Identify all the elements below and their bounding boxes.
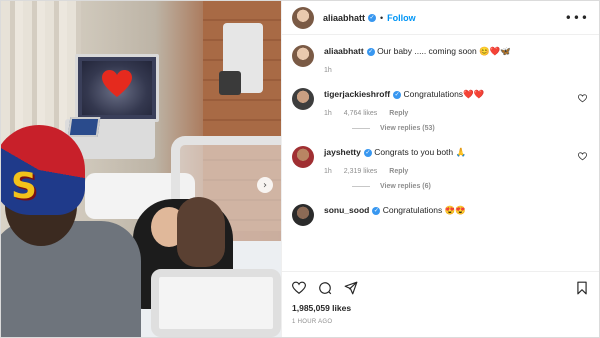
comment-body: Congratulations 😍😍 bbox=[382, 205, 466, 215]
comment-text: sonu_sood ✓ Congratulations 😍😍 bbox=[324, 204, 589, 216]
verified-icon: ✓ bbox=[366, 47, 375, 56]
woman-hair bbox=[177, 197, 225, 267]
comment-avatar[interactable] bbox=[292, 204, 314, 226]
chevron-right-icon: › bbox=[263, 179, 267, 191]
share-icon[interactable] bbox=[344, 281, 358, 295]
comment-age[interactable]: 1h bbox=[324, 168, 332, 175]
view-replies-button[interactable]: View replies (53) bbox=[352, 125, 589, 132]
caption: aliaabhatt ✓ Our baby ..... coming soon 😊… bbox=[292, 45, 589, 74]
reply-button[interactable]: Reply bbox=[389, 110, 408, 117]
comment-item: jayshetty ✓ Congrats to you both 🙏 1h 2,3… bbox=[292, 146, 589, 175]
separator-dot: • bbox=[380, 12, 384, 23]
ultrasound-monitor bbox=[75, 54, 159, 122]
post-sidebar: aliaabhatt ✓ • Follow ••• aliaabhatt ✓ Ou… bbox=[281, 1, 599, 337]
bookmark-icon[interactable] bbox=[575, 281, 589, 295]
likes-count[interactable]: 1,985,059 likes bbox=[282, 303, 599, 313]
comment-icon[interactable] bbox=[318, 281, 332, 295]
post-photo[interactable]: S › bbox=[1, 1, 281, 337]
caption-username[interactable]: aliaabhatt bbox=[324, 46, 364, 56]
comment-meta: 1h 4,764 likes Reply bbox=[324, 110, 589, 117]
comments-list[interactable]: aliaabhatt ✓ Our baby ..... coming soon 😊… bbox=[282, 35, 599, 271]
post-header: aliaabhatt ✓ • Follow ••• bbox=[282, 1, 599, 35]
comment-text: jayshetty ✓ Congrats to you both 🙏 bbox=[324, 146, 589, 158]
caption-age[interactable]: 1h bbox=[324, 67, 332, 74]
reply-button[interactable]: Reply bbox=[389, 168, 408, 175]
medical-device bbox=[219, 71, 241, 95]
verified-icon: ✓ bbox=[363, 148, 372, 157]
comment-avatar[interactable] bbox=[292, 146, 314, 168]
heart-icon bbox=[102, 70, 132, 97]
comment-age[interactable]: 1h bbox=[324, 110, 332, 117]
follow-button[interactable]: Follow bbox=[387, 13, 416, 23]
caption-text: aliaabhatt ✓ Our baby ..... coming soon 😊… bbox=[324, 45, 589, 57]
verified-icon: ✓ bbox=[368, 13, 377, 22]
comment-body: Congrats to you both 🙏 bbox=[374, 147, 467, 157]
post-timestamp[interactable]: 1 HOUR AGO bbox=[282, 313, 599, 325]
comment-avatar[interactable] bbox=[292, 88, 314, 110]
bed-footrail bbox=[151, 269, 281, 337]
caption-body: Our baby ..... coming soon 😊❤️🦋 bbox=[377, 46, 511, 56]
comment-meta: 1h 2,319 likes Reply bbox=[324, 168, 589, 175]
comment-body: Congratulations❤️❤️ bbox=[403, 89, 485, 99]
instagram-post: S › aliaabhatt ✓ • Follow ••• aliaabhatt… bbox=[0, 0, 600, 338]
next-photo-button[interactable]: › bbox=[257, 177, 273, 193]
verified-icon: ✓ bbox=[372, 206, 381, 215]
comment-username[interactable]: tigerjackieshroff bbox=[324, 89, 390, 99]
comment-likes[interactable]: 4,764 likes bbox=[344, 110, 377, 117]
comment-username[interactable]: sonu_sood bbox=[324, 205, 369, 215]
author-username[interactable]: aliaabhatt bbox=[323, 13, 365, 23]
tablet-screen bbox=[67, 117, 101, 137]
comment-item: tigerjackieshroff ✓ Congratulations❤️❤️ 1… bbox=[292, 88, 589, 117]
post-actions bbox=[282, 271, 599, 303]
view-replies-button[interactable]: View replies (6) bbox=[352, 183, 589, 190]
more-options-icon[interactable]: ••• bbox=[565, 11, 589, 25]
author-avatar[interactable] bbox=[292, 6, 314, 29]
like-comment-heart-icon[interactable] bbox=[578, 94, 587, 103]
comment-username[interactable]: jayshetty bbox=[324, 147, 361, 157]
comment-text: tigerjackieshroff ✓ Congratulations❤️❤️ bbox=[324, 88, 589, 100]
cap-logo: S bbox=[11, 166, 37, 207]
comment-item: sonu_sood ✓ Congratulations 😍😍 bbox=[292, 204, 589, 226]
like-heart-icon[interactable] bbox=[292, 281, 306, 295]
verified-icon: ✓ bbox=[393, 90, 402, 99]
like-comment-heart-icon[interactable] bbox=[578, 152, 587, 161]
comment-likes[interactable]: 2,319 likes bbox=[344, 168, 377, 175]
caption-meta: 1h bbox=[324, 67, 589, 74]
caption-avatar[interactable] bbox=[292, 45, 314, 67]
